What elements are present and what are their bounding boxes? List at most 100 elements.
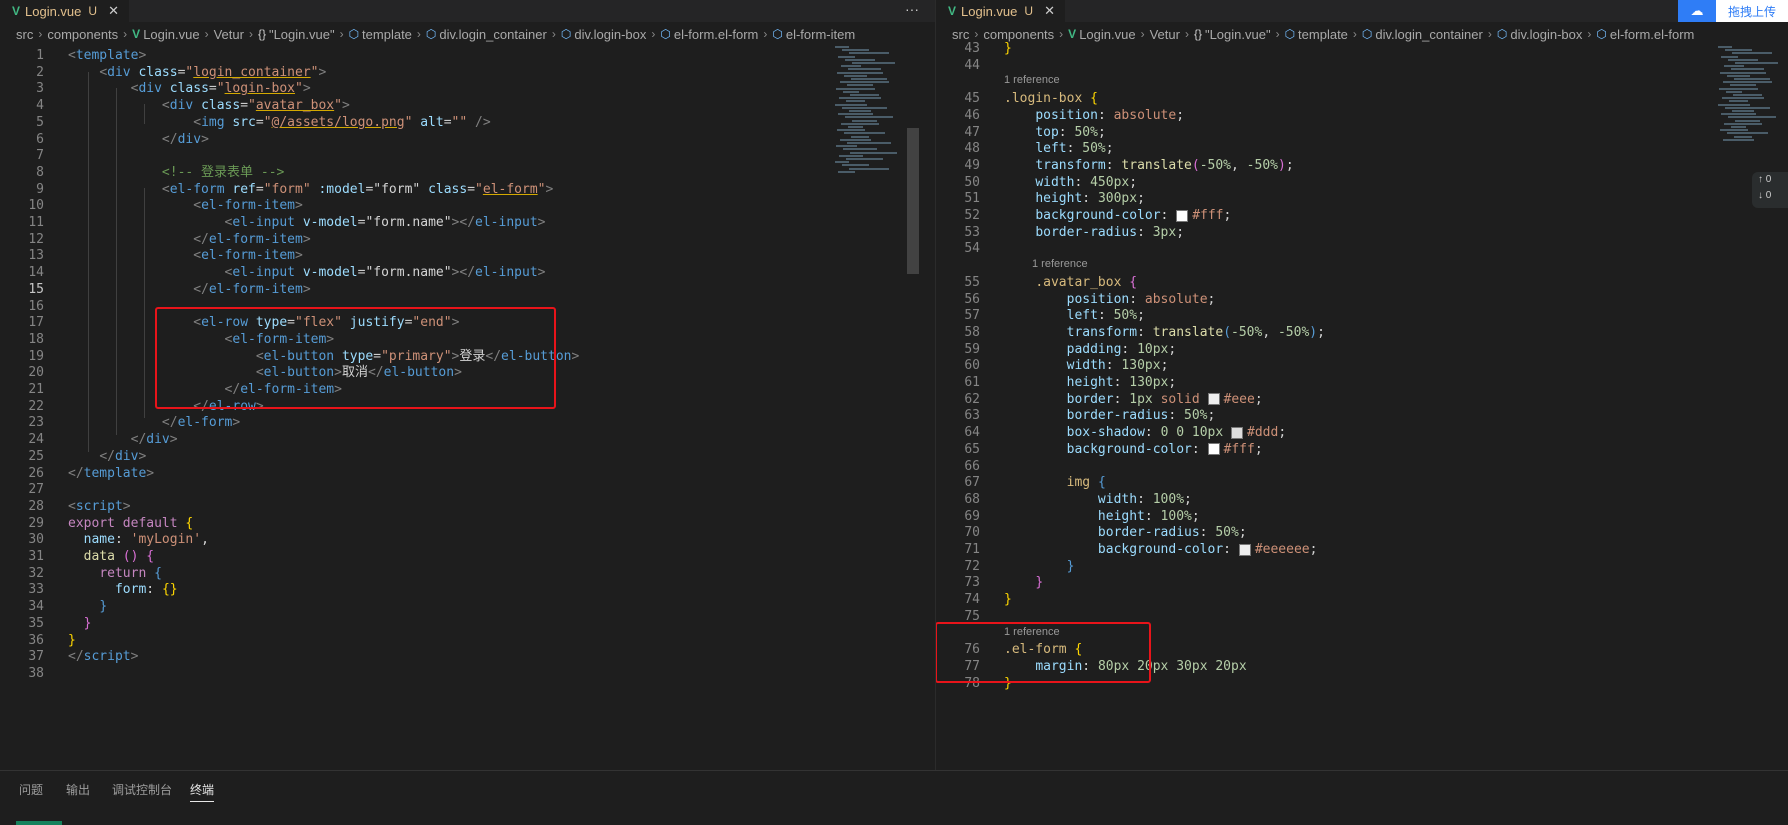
minimap-line [841,65,861,68]
breadcrumb-separator: › [339,27,344,41]
minimap-line [847,84,873,87]
minimap-line [1727,132,1768,135]
code-line[interactable]: 44 [936,56,1788,75]
status-indicator [16,821,62,825]
close-icon[interactable]: ✕ [108,3,119,19]
tab-terminal[interactable]: 终端 [190,781,215,802]
code-lens-references[interactable]: 1 reference [1032,256,1088,273]
breadcrumb-item[interactable]: ⬡ template [349,27,412,42]
tab-output[interactable]: 输出 [66,781,90,798]
minimap-line [838,55,855,58]
breadcrumb-item[interactable]: Vetur [214,27,244,42]
element-icon: ⬡ [660,27,671,41]
tab-bar: V Login.vue U ✕ ··· [0,0,935,22]
minimap-line [850,94,879,96]
cloud-icon: ☁ [1678,0,1716,22]
untracked-badge: U [1024,4,1034,18]
tab-debug-console[interactable]: 调试控制台 [112,781,172,798]
element-icon: ⬡ [772,27,783,41]
minimap-line [839,154,863,157]
breadcrumb-item[interactable]: ⬡ el-form-item [772,27,855,42]
close-icon[interactable]: ✕ [1044,3,1055,19]
indent-guide [144,104,145,124]
breadcrumb-item[interactable]: src [16,27,33,42]
upload-label[interactable]: 拖拽上传 [1716,0,1788,22]
incoming-count: ↑ 0 [1758,174,1772,185]
minimap-line [1727,74,1750,77]
tab-problems[interactable]: 问题 [19,781,43,798]
breadcrumb-separator: › [248,27,253,41]
indent-guide [144,188,145,418]
minimap-line [844,74,867,77]
minimap-line [852,119,877,122]
minimap-line [838,113,873,116]
minimap-line [846,158,883,160]
minimap-line [851,78,887,80]
tab-login-vue[interactable]: V Login.vue U ✕ [0,0,129,22]
vue-file-icon: V [132,27,141,41]
code-line[interactable]: 38 [0,664,935,683]
minimap-line [1723,138,1754,141]
minimap-line [835,46,849,48]
minimap-line [835,161,849,164]
minimap-line [1734,78,1770,80]
minimap-line [849,52,889,55]
breadcrumb-item[interactable]: {} "Login.vue" [258,27,335,42]
minimap-line [845,116,893,119]
tab-label: Login.vue [25,3,82,19]
git-sync-widget[interactable]: ↑ 0 ↓ 0 [1752,172,1788,208]
minimap-line [848,126,863,128]
minimap-line [844,132,885,135]
breadcrumb-item[interactable]: V Login.vue [132,27,199,42]
minimap-line [1721,113,1756,116]
minimap-line [1721,55,1738,58]
editor-pane-left: V Login.vue U ✕ ··· src › components › V Logi… [0,0,936,770]
minimap-line [846,100,865,103]
vue-file-icon: V [12,4,21,18]
minimap-line [1718,46,1732,48]
breadcrumb-separator: › [38,27,43,41]
minimap-line [1720,129,1748,132]
more-actions-icon[interactable]: ··· [905,0,919,18]
minimap-line [1725,49,1752,52]
breadcrumb-item[interactable]: ⬡ div.login-box [561,27,647,42]
indent-guide [116,88,117,435]
minimap-line [849,110,871,112]
minimap-line [1731,68,1764,71]
minimap-line [840,81,889,84]
indent-guide [88,72,89,452]
breadcrumb-item[interactable]: ⬡ div.login_container [426,27,547,42]
minimap-line [1718,103,1750,106]
vue-file-icon: V [948,4,957,18]
minimap-line [837,71,883,74]
minimap-line [1733,94,1762,96]
minimap-line [840,138,871,141]
breadcrumb-separator: › [763,27,768,41]
minimap-line [842,49,869,52]
minimap[interactable] [835,46,905,206]
tab-label: Login.vue [961,3,1018,19]
minimap-line [1735,119,1760,122]
tab-login-vue[interactable]: V Login.vue U ✕ [936,0,1065,22]
minimap-line [1734,135,1752,138]
minimap-line [851,135,869,138]
breadcrumb-separator: › [204,27,209,41]
minimap-line [1735,62,1778,64]
breadcrumb-item[interactable]: components [47,27,118,42]
minimap-line [842,164,869,167]
breadcrumb: src › components › V Login.vue › Vetur › {} "Login… [16,23,935,45]
code-lens-references[interactable]: 1 reference [1004,72,1060,89]
element-icon: ⬡ [425,27,437,41]
bottom-panel: 问题 输出 调试控制台 终端 [0,770,1788,825]
upload-widget[interactable]: ☁ 拖拽上传 [1678,0,1788,22]
minimap-line [1731,126,1746,128]
outgoing-count: ↓ 0 [1758,190,1772,201]
minimap-line [845,58,875,61]
minimap-line [1719,87,1758,90]
minimap-line [1732,110,1754,112]
scrollbar-thumb[interactable] [907,128,919,274]
breadcrumb-item[interactable]: ⬡ el-form.el-form [660,27,758,42]
minimap-line [847,142,891,144]
minimap-line [849,167,889,170]
line-number: 38 [28,665,44,681]
